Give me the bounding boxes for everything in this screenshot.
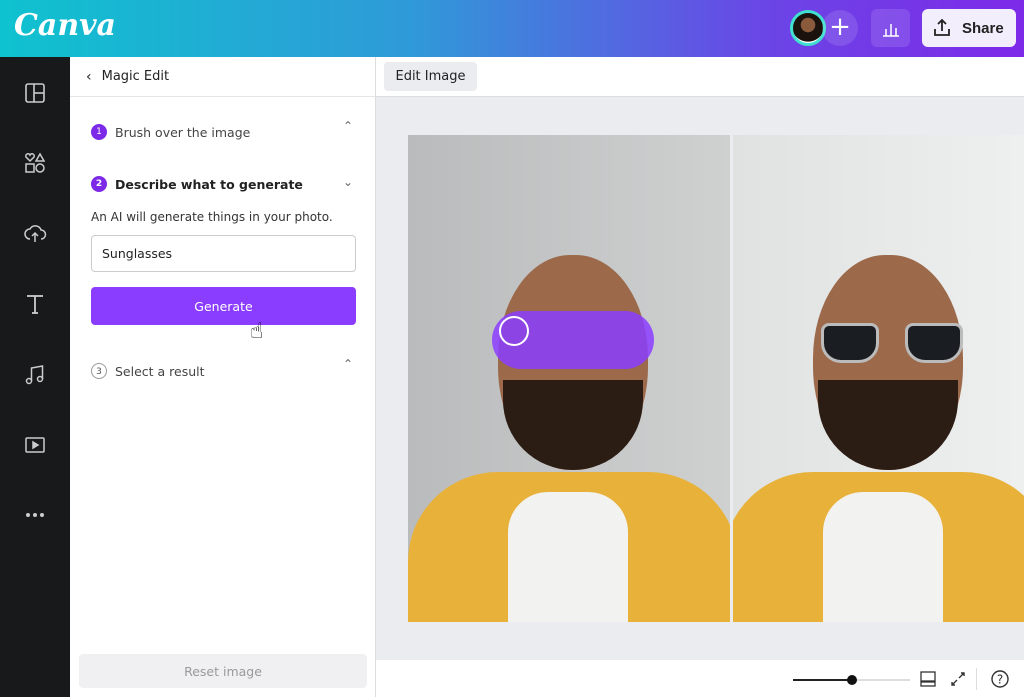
step-label: Brush over the image	[115, 124, 251, 140]
fullscreen-icon[interactable]	[949, 670, 967, 688]
bar-chart-icon	[883, 24, 899, 37]
sunglasses-lens	[821, 323, 879, 363]
generated-photo[interactable]	[733, 135, 1024, 622]
chevron-up-icon[interactable]: ⌃	[343, 357, 353, 371]
step-label: Select a result	[115, 363, 205, 379]
insights-button[interactable]	[871, 9, 910, 47]
magic-edit-panel: ‹ Magic Edit 1 Brush over the image ⌃ 2 De…	[70, 57, 376, 697]
step-description: An AI will generate things in your photo…	[91, 210, 333, 224]
panel-title: Magic Edit	[101, 69, 170, 84]
tshirt	[823, 492, 943, 622]
step-2[interactable]: 2 Describe what to generate	[91, 176, 303, 192]
audio-icon[interactable]	[23, 362, 47, 386]
chevron-up-icon[interactable]: ⌃	[343, 119, 353, 133]
video-icon[interactable]	[23, 433, 47, 457]
hand-cursor-icon: ☝	[250, 319, 264, 344]
sunglasses-lens	[905, 323, 963, 363]
prompt-input[interactable]	[91, 235, 356, 272]
page-grid-icon[interactable]	[919, 670, 937, 688]
zoom-slider[interactable]	[793, 675, 910, 685]
bottom-bar: ?	[376, 660, 1024, 697]
step-number: 2	[91, 176, 107, 192]
layout-icon[interactable]	[23, 81, 47, 105]
plus-icon: +	[829, 12, 851, 42]
brush-cursor	[499, 316, 529, 346]
text-icon[interactable]	[23, 292, 47, 316]
step-number: 1	[91, 124, 107, 140]
add-collaborator-button[interactable]: +	[822, 10, 858, 46]
panel-header: ‹ Magic Edit	[70, 57, 375, 97]
more-icon[interactable]	[23, 503, 47, 527]
divider	[976, 668, 977, 690]
chevron-down-icon[interactable]: ⌄	[343, 175, 353, 189]
generate-button[interactable]: Generate	[91, 287, 356, 325]
edit-image-button[interactable]: Edit Image	[384, 62, 477, 91]
beard	[818, 380, 958, 470]
step-label: Describe what to generate	[115, 176, 303, 192]
user-avatar[interactable]	[790, 10, 826, 46]
original-photo[interactable]	[408, 135, 730, 622]
reset-image-button[interactable]: Reset image	[79, 654, 367, 688]
zoom-slider-fill	[793, 679, 852, 681]
uploads-icon[interactable]	[23, 221, 47, 245]
share-button[interactable]: Share	[922, 9, 1016, 47]
canvas-toolbar: Edit Image	[376, 57, 1024, 97]
share-label: Share	[962, 19, 1004, 37]
back-chevron-icon[interactable]: ‹	[86, 69, 92, 85]
top-bar: Canva + Share	[0, 0, 1024, 57]
step-3[interactable]: 3 Select a result	[91, 363, 205, 379]
beard	[503, 380, 643, 470]
help-icon[interactable]: ?	[990, 669, 1010, 689]
tshirt	[508, 492, 628, 622]
step-number: 3	[91, 363, 107, 379]
elements-icon[interactable]	[23, 151, 47, 175]
svg-text:?: ?	[997, 673, 1003, 687]
upload-icon	[934, 18, 950, 36]
side-rail	[0, 57, 70, 697]
step-1[interactable]: 1 Brush over the image	[91, 124, 250, 140]
zoom-slider-handle[interactable]	[846, 675, 857, 685]
canva-logo[interactable]: Canva	[14, 8, 116, 43]
